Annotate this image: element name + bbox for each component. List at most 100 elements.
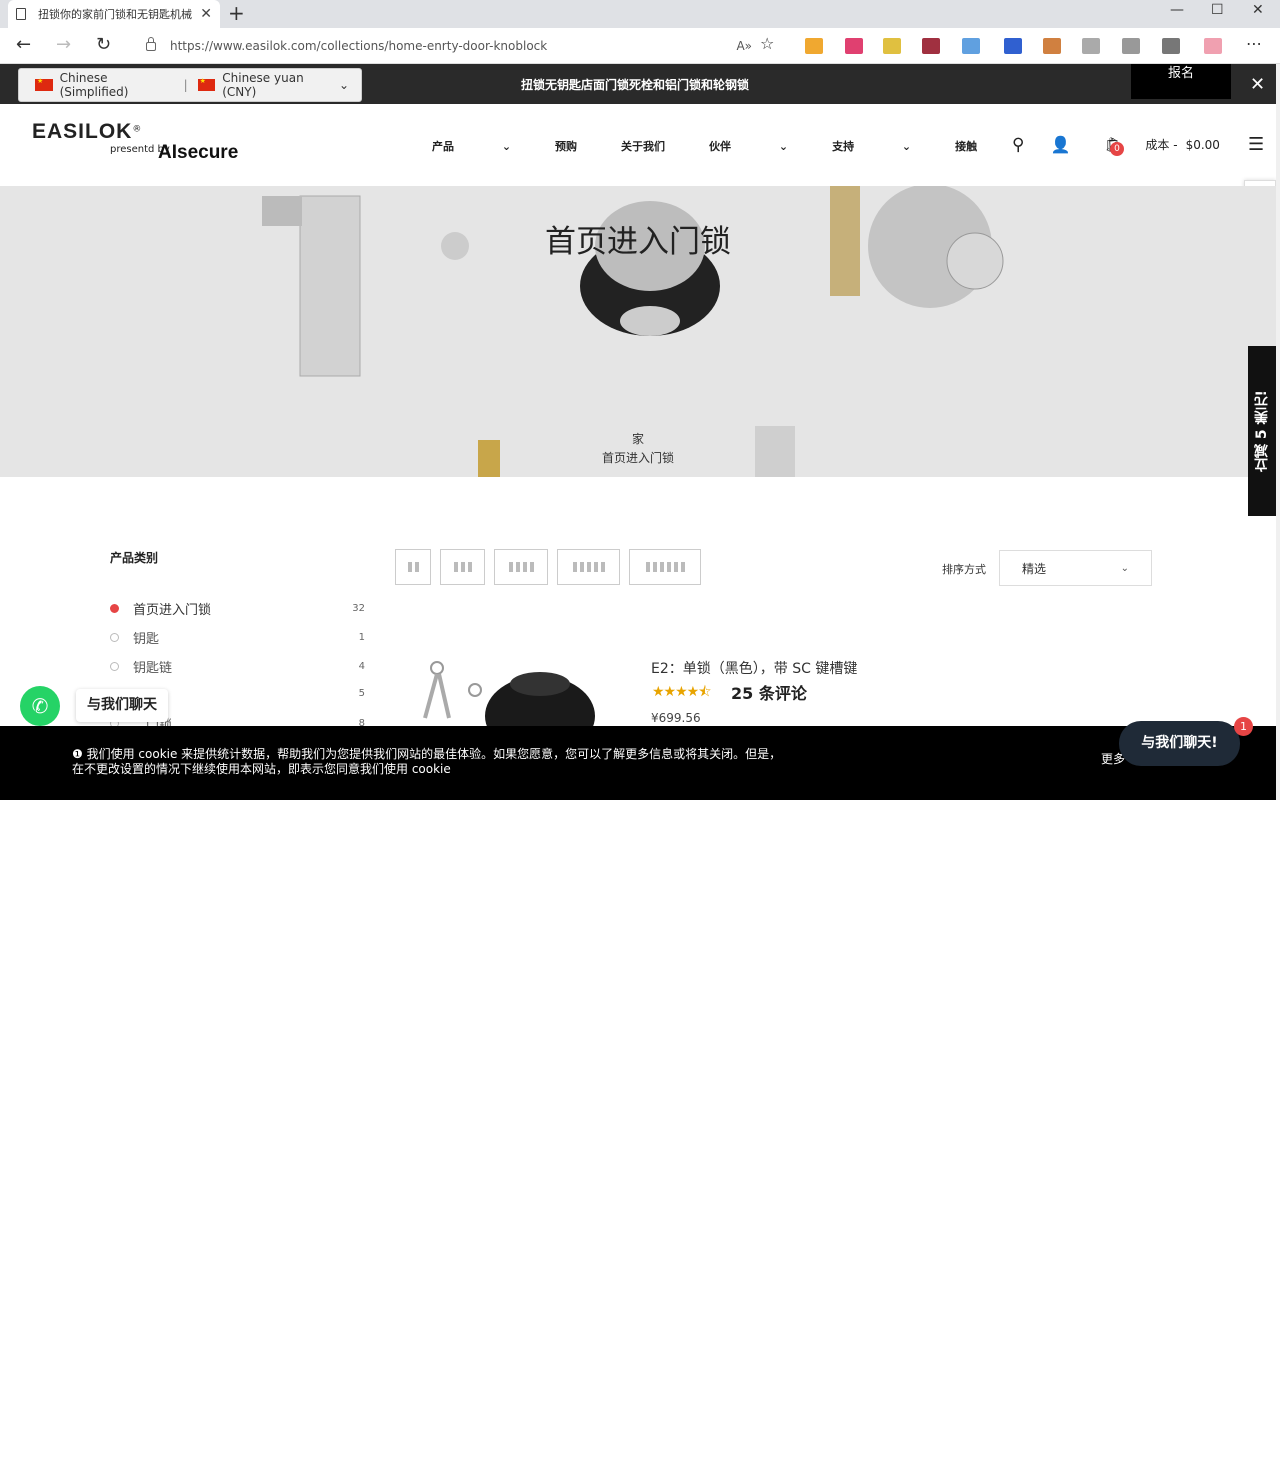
browser-toolbar: ← → ↻ https://www.easilok.com/collection… — [0, 28, 1280, 64]
nav-item-contact[interactable]: 接触 — [955, 138, 977, 154]
category-count: 32 — [352, 603, 365, 614]
page-scrollbar[interactable] — [1276, 64, 1280, 800]
extension-icon[interactable] — [845, 38, 863, 54]
cookie-text: ❶ 我们使用 cookie 来提供统计数据，帮助我们为您提供我们网站的最佳体验。… — [72, 747, 832, 777]
language-label: Chinese (Simplified) — [59, 71, 129, 99]
nav-item-partners[interactable]: 伙伴 ⌄ — [709, 138, 788, 154]
extension-icon[interactable] — [1162, 38, 1180, 54]
chat-button[interactable]: 与我们聊天! — [1119, 721, 1240, 766]
announcement-bar: Chinese (Simplified) | Chinese yuan (CNY… — [0, 64, 1276, 104]
category-label: 钥匙 — [133, 632, 160, 647]
nav-item-preorder[interactable]: 预购 — [555, 138, 577, 154]
cookie-banner: ❶ 我们使用 cookie 来提供统计数据，帮助我们为您提供我们网站的最佳体验。… — [0, 726, 1276, 1481]
grid-3-columns-button[interactable] — [440, 549, 485, 585]
collection-hero: 首页进入门锁 家 首页进入门锁 — [0, 186, 1276, 477]
account-icon[interactable]: 👤 — [1050, 135, 1070, 154]
close-icon[interactable]: ✕ — [1249, 1460, 1264, 1481]
rating-stars: ★★★★⯪ — [652, 684, 711, 700]
breadcrumb-current: 首页进入门锁 — [601, 451, 674, 465]
locale-separator: | — [183, 78, 188, 92]
refresh-icon[interactable]: ↻ — [96, 34, 111, 55]
hamburger-menu-icon[interactable]: ☰ — [1248, 134, 1264, 155]
logo-brand: EASILOK — [32, 120, 133, 143]
close-tab-icon[interactable]: ✕ — [200, 6, 212, 22]
minimize-button[interactable]: — — [1170, 2, 1184, 18]
sort-label: 排序方式 — [942, 563, 986, 576]
maximize-button[interactable]: ☐ — [1211, 2, 1224, 18]
cookie-text-line1: 我们使用 cookie 来提供统计数据，帮助我们为您提供我们网站的最佳体验。如果… — [86, 747, 782, 761]
category-label: 钥匙链 — [133, 661, 173, 676]
extension-icon[interactable] — [1122, 38, 1140, 54]
browser-tab-bar: 扭锁你的家前门锁和无钥匙机械 ✕ + — ☐ ✕ — [0, 0, 1280, 28]
site-logo[interactable]: EASILOK® presentd by AIsecure — [32, 120, 238, 163]
tab-title: 扭锁你的家前门锁和无钥匙机械 — [38, 8, 192, 21]
signup-button[interactable]: 报名 — [1131, 64, 1231, 99]
site-header: EASILOK® presentd by AIsecure 产品 ⌄ 预购 关于… — [0, 104, 1276, 186]
locale-selector[interactable]: Chinese (Simplified) | Chinese yuan (CNY… — [18, 68, 362, 102]
extension-icon[interactable] — [1043, 38, 1061, 54]
cookie-text-line2: 在不更改设置的情况下继续使用本网站，即表示您同意我们使用 cookie — [72, 762, 451, 776]
page-icon — [16, 8, 26, 20]
active-dot-icon — [110, 604, 119, 613]
read-aloud-icon[interactable]: A» — [736, 39, 752, 53]
page-title: 首页进入门锁 — [545, 224, 731, 260]
close-window-button[interactable]: ✕ — [1252, 2, 1264, 18]
category-count: 5 — [358, 688, 365, 699]
more-menu-icon[interactable]: ⋯ — [1246, 34, 1262, 53]
address-bar[interactable]: https://www.easilok.com/collections/home… — [130, 32, 780, 59]
browser-tab[interactable]: 扭锁你的家前门锁和无钥匙机械 ✕ — [8, 0, 220, 28]
radio-dot-icon — [110, 662, 119, 671]
whatsapp-icon[interactable]: ✆ — [20, 686, 60, 726]
category-item[interactable]: 钥匙 1 — [110, 628, 365, 647]
category-label: 首页进入门锁 — [133, 603, 212, 618]
extension-icon[interactable] — [922, 38, 940, 54]
nav-item-support[interactable]: 支持 ⌄ — [832, 138, 911, 154]
sort-select[interactable]: 精选 ⌄ — [999, 550, 1152, 586]
url-text: https://www.easilok.com/collections/home… — [170, 38, 548, 53]
chevron-down-icon: ⌄ — [338, 78, 350, 92]
extension-icon[interactable] — [1082, 38, 1100, 54]
category-item[interactable]: 钥匙链 4 — [110, 657, 365, 676]
favorite-star-icon[interactable]: ☆ — [760, 34, 774, 53]
lock-icon — [146, 37, 156, 51]
product-price: ¥699.56 — [651, 711, 701, 725]
header-icons: ⚲ 👤 🛍 0 成本 - $0.00 ☰ — [1012, 134, 1264, 156]
close-icon[interactable]: ✕ — [1250, 74, 1265, 95]
sort-value: 精选 — [1022, 561, 1047, 576]
category-item[interactable]: 首页进入门锁 32 — [110, 599, 365, 618]
china-flag-icon — [35, 77, 53, 91]
grid-5-columns-button[interactable] — [557, 549, 620, 585]
forward-arrow-icon[interactable]: → — [56, 34, 71, 55]
cart-total[interactable]: $0.00 — [1186, 138, 1220, 152]
review-count[interactable]: 25 条评论 — [731, 680, 807, 704]
main-nav: 产品 ⌄ 预购 关于我们 伙伴 ⌄ 支持 ⌄ 接触 — [432, 138, 1021, 154]
nav-item-about[interactable]: 关于我们 — [621, 138, 665, 154]
product-title[interactable]: E2：单锁（黑色），带 SC 键槽键 — [651, 658, 857, 678]
grid-4-columns-button[interactable] — [494, 549, 548, 585]
extension-icon[interactable] — [805, 38, 823, 54]
extension-icon[interactable] — [1004, 38, 1022, 54]
grid-6-columns-button[interactable] — [629, 549, 701, 585]
cart-label[interactable]: 成本 - — [1145, 136, 1177, 153]
nav-item-products[interactable]: 产品 ⌄ — [432, 138, 511, 154]
profile-icon[interactable] — [1204, 38, 1222, 54]
category-heading: 产品类别 — [110, 551, 159, 565]
new-tab-button[interactable]: + — [228, 2, 245, 24]
extension-icon[interactable] — [962, 38, 980, 54]
cart-count-badge: 0 — [1110, 142, 1124, 156]
extension-icon[interactable] — [883, 38, 901, 54]
grid-2-columns-button[interactable] — [395, 549, 431, 585]
whatsapp-chat-label[interactable]: 与我们聊天 — [76, 689, 168, 722]
logo-registered-mark: ® — [132, 124, 142, 135]
chat-notification-badge: 1 — [1234, 717, 1253, 736]
discount-promo-tab[interactable]: 立减 5 美元! — [1248, 346, 1276, 516]
announcement-text: 扭锁无钥匙店面门锁死栓和铝门锁和轮钢锁 — [520, 78, 749, 92]
info-icon: ❶ — [72, 747, 83, 761]
currency-label: Chinese yuan (CNY) — [222, 71, 304, 99]
china-flag-icon — [197, 77, 216, 91]
search-icon[interactable]: ⚲ — [1012, 135, 1024, 155]
breadcrumb-home[interactable]: 家 — [0, 430, 1276, 449]
radio-dot-icon — [110, 633, 119, 642]
back-arrow-icon[interactable]: ← — [16, 34, 31, 55]
chevron-down-icon: ⌄ — [1120, 562, 1129, 574]
